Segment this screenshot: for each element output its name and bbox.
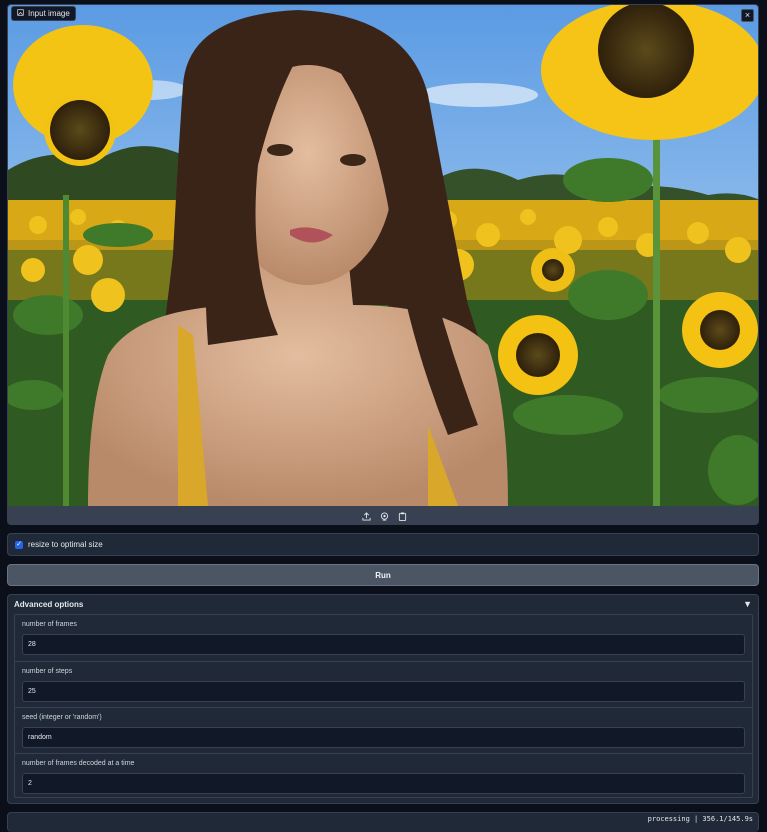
advanced-options-title: Advanced options [14,599,84,609]
image-icon [17,9,24,18]
steps-label: number of steps [22,668,73,675]
frames-field: number of frames 28 [15,615,752,661]
run-button[interactable]: Run [7,564,759,586]
input-image-panel[interactable]: Input image × [7,4,759,525]
image-toolbar [8,506,758,524]
output-status-panel: processing | 356.1/145.9s [7,812,759,832]
seed-field: seed (integer or 'random') random [15,707,752,753]
input-photo [8,5,758,506]
upload-icon[interactable] [361,511,371,521]
resize-option-panel: ✓ resize to optimal size [7,533,759,556]
decode-chunk-label: number of frames decoded at a time [22,760,135,767]
seed-input[interactable]: random [22,727,745,748]
advanced-options-body: number of frames 28 number of steps 25 s… [14,614,753,798]
image-label: Input image [11,6,76,21]
decode-chunk-input[interactable]: 2 [22,773,745,794]
clear-image-button[interactable]: × [741,9,754,22]
frames-input[interactable]: 28 [22,634,745,655]
processing-status: processing | 356.1/145.9s [647,815,753,823]
resize-label[interactable]: resize to optimal size [28,540,103,549]
steps-input[interactable]: 25 [22,681,745,702]
resize-checkbox[interactable]: ✓ [15,540,23,549]
clipboard-icon[interactable] [397,511,407,521]
seed-label: seed (integer or 'random') [22,714,102,721]
collapse-toggle-icon[interactable]: ▼ [743,599,752,609]
advanced-options-panel: Advanced options ▼ number of frames 28 n… [7,594,759,804]
webcam-icon[interactable] [379,511,389,521]
frames-label: number of frames [22,621,77,628]
decode-chunk-field: number of frames decoded at a time 2 [15,753,752,799]
steps-field: number of steps 25 [15,661,752,707]
advanced-options-header[interactable]: Advanced options ▼ [8,595,758,613]
image-label-text: Input image [28,9,70,18]
